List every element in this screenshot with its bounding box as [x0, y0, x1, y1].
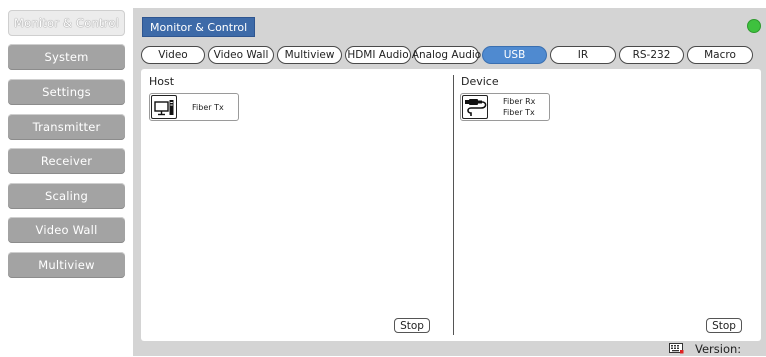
device-stop-button[interactable]: Stop: [706, 318, 742, 333]
tab-rs232[interactable]: RS-232: [619, 46, 684, 64]
tab-usb[interactable]: USB: [482, 46, 547, 64]
keyboard-icon[interactable]: [669, 343, 684, 354]
sidebar: Monitor & Control System Settings Transm…: [0, 0, 133, 356]
tab-multiview[interactable]: Multiview: [277, 46, 342, 64]
sidebar-item-video-wall[interactable]: Video Wall: [8, 217, 125, 243]
sidebar-item-settings[interactable]: Settings: [8, 79, 125, 105]
sidebar-item-receiver[interactable]: Receiver: [8, 148, 125, 174]
host-title: Host: [149, 75, 175, 88]
sidebar-item-multiview[interactable]: Multiview: [8, 252, 125, 278]
status-indicator: [747, 19, 761, 33]
tab-analog-audio[interactable]: Analog Audio: [412, 46, 481, 64]
device-card[interactable]: Fiber Rx Fiber Tx: [460, 93, 550, 121]
sidebar-item-scaling[interactable]: Scaling: [8, 183, 125, 209]
sidebar-item-system[interactable]: System: [8, 44, 125, 70]
sidebar-item-transmitter[interactable]: Transmitter: [8, 114, 125, 140]
host-device-card[interactable]: Fiber Tx: [149, 93, 239, 121]
usb-device-icon: [462, 95, 488, 119]
device-title: Device: [461, 75, 499, 88]
tab-video-wall[interactable]: Video Wall: [208, 46, 274, 64]
sidebar-item-monitor-control[interactable]: Monitor & Control: [8, 10, 125, 36]
host-card-label: Fiber Tx: [192, 103, 224, 112]
device-card-label-1: Fiber Rx: [503, 97, 536, 106]
tab-hdmi-audio[interactable]: HDMI Audio: [345, 46, 411, 64]
page-title: Monitor & Control: [142, 17, 256, 37]
tab-ir[interactable]: IR: [550, 46, 616, 64]
version-label: Version:: [695, 342, 742, 356]
host-stop-button[interactable]: Stop: [394, 318, 430, 333]
tab-macro[interactable]: Macro: [687, 46, 753, 64]
computer-icon: [151, 95, 177, 119]
main-panel: Monitor & Control Video Video Wall Multi…: [133, 8, 766, 356]
usb-content-area: Host Fiber Tx Stop Device Fiber Rx Fiber…: [141, 69, 761, 341]
device-card-label-2: Fiber Tx: [503, 108, 535, 117]
tab-video[interactable]: Video: [141, 46, 205, 64]
column-divider: [453, 75, 454, 335]
footer: Version:: [133, 342, 766, 356]
